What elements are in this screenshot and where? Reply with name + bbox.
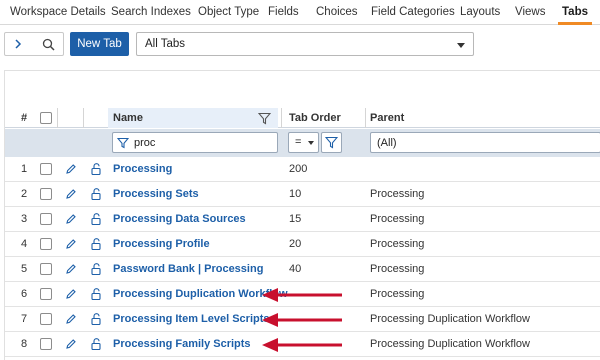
annotation-arrow	[262, 313, 342, 327]
tab-name-link[interactable]: Processing Sets	[113, 188, 199, 200]
caret-down-icon	[308, 141, 314, 145]
annotation-arrow	[262, 288, 342, 302]
parent-value: Processing	[370, 263, 425, 275]
view-icon-group	[4, 32, 64, 56]
new-tab-button[interactable]: New Tab	[70, 32, 129, 56]
tab-order-filter-button[interactable]	[321, 132, 342, 153]
chevron-right-icon[interactable]	[12, 38, 24, 50]
column-header-name: Name	[113, 112, 143, 124]
tab-tabs[interactable]: Tabs	[558, 6, 592, 25]
tab-name-link[interactable]: Processing	[113, 163, 172, 175]
table-row[interactable]: 4 Processing Profile 20 Processing	[5, 232, 600, 257]
parent-value: Processing	[370, 288, 425, 300]
tab-fields[interactable]: Fields	[268, 6, 299, 18]
table-row[interactable]: 1 Processing 200	[5, 157, 600, 182]
unlock-icon[interactable]	[90, 262, 104, 276]
parent-value: Processing Duplication Workflow	[370, 338, 530, 350]
caret-down-icon	[457, 43, 465, 48]
name-column-header[interactable]: Name	[108, 108, 278, 128]
filter-icon	[325, 136, 338, 149]
filter-icon	[117, 137, 129, 149]
tab-field-categories[interactable]: Field Categories	[371, 6, 455, 18]
table-row[interactable]: 3 Processing Data Sources 15 Processing	[5, 207, 600, 232]
search-icon[interactable]	[42, 38, 55, 51]
tab-order-operator-select[interactable]: =	[288, 132, 319, 153]
column-separator	[281, 108, 282, 128]
row-checkbox[interactable]	[40, 163, 52, 175]
row-number: 8	[21, 338, 28, 350]
unlock-icon[interactable]	[90, 187, 104, 201]
tab-search-indexes[interactable]: Search Indexes	[111, 6, 191, 18]
view-select-value: All Tabs	[145, 38, 186, 50]
grid-header: # Name Tab Order Parent	[5, 108, 600, 128]
tab-order-value: 15	[289, 213, 302, 225]
tab-name-link[interactable]: Processing Data Sources	[113, 213, 246, 225]
filter-icon[interactable]	[258, 112, 271, 125]
tab-name-link[interactable]: Processing Item Level Scripts	[113, 313, 270, 325]
pencil-icon[interactable]	[65, 263, 77, 275]
tab-order-value: 200	[289, 163, 308, 175]
column-separator	[365, 108, 366, 128]
name-filter-input[interactable]: proc	[112, 132, 278, 153]
pencil-icon[interactable]	[65, 313, 77, 325]
column-header-number: #	[21, 112, 28, 124]
row-checkbox[interactable]	[40, 288, 52, 300]
row-checkbox[interactable]	[40, 338, 52, 350]
pencil-icon[interactable]	[65, 213, 77, 225]
row-checkbox[interactable]	[40, 313, 52, 325]
tab-choices[interactable]: Choices	[316, 6, 358, 18]
unlock-icon[interactable]	[90, 337, 104, 351]
pencil-icon[interactable]	[65, 238, 77, 250]
unlock-icon[interactable]	[90, 162, 104, 176]
row-number: 6	[21, 288, 28, 300]
row-checkbox[interactable]	[40, 238, 52, 250]
column-separator	[57, 108, 58, 128]
tab-views[interactable]: Views	[515, 6, 545, 18]
row-number: 5	[21, 263, 28, 275]
row-number: 7	[21, 313, 28, 325]
table-row[interactable]: 2 Processing Sets 10 Processing	[5, 182, 600, 207]
tab-object-type[interactable]: Object Type	[198, 6, 259, 18]
tab-bar: Workspace Details Search Indexes Object …	[0, 0, 600, 25]
pencil-icon[interactable]	[65, 288, 77, 300]
row-number: 1	[21, 163, 28, 175]
parent-value: Processing	[370, 238, 425, 250]
column-header-parent: Parent	[370, 112, 405, 124]
tab-order-value: 40	[289, 263, 302, 275]
tab-name-link[interactable]: Password Bank | Processing	[113, 263, 263, 275]
row-checkbox[interactable]	[40, 213, 52, 225]
view-select[interactable]: All Tabs	[136, 32, 474, 56]
filter-row: proc = (All)	[5, 129, 600, 157]
pencil-icon[interactable]	[65, 338, 77, 350]
unlock-icon[interactable]	[90, 237, 104, 251]
row-number: 4	[21, 238, 28, 250]
row-checkbox[interactable]	[40, 188, 52, 200]
column-separator	[83, 108, 84, 128]
select-all-checkbox[interactable]	[40, 112, 52, 124]
parent-value: Processing	[370, 188, 425, 200]
tab-name-link[interactable]: Processing Family Scripts	[113, 338, 251, 350]
annotation-arrow	[262, 338, 342, 352]
tab-order-value: 20	[289, 238, 302, 250]
column-header-tab-order: Tab Order	[289, 112, 341, 124]
parent-value: Processing Duplication Workflow	[370, 313, 530, 325]
tab-name-link[interactable]: Processing Profile	[113, 238, 210, 250]
pencil-icon[interactable]	[65, 188, 77, 200]
table-row[interactable]: 5 Password Bank | Processing 40 Processi…	[5, 257, 600, 282]
tab-order-value: 10	[289, 188, 302, 200]
pencil-icon[interactable]	[65, 163, 77, 175]
row-number: 3	[21, 213, 28, 225]
tab-layouts[interactable]: Layouts	[460, 6, 500, 18]
unlock-icon[interactable]	[90, 312, 104, 326]
unlock-icon[interactable]	[90, 212, 104, 226]
parent-value: Processing	[370, 213, 425, 225]
row-number: 2	[21, 188, 28, 200]
tab-workspace-details[interactable]: Workspace Details	[10, 6, 106, 18]
row-checkbox[interactable]	[40, 263, 52, 275]
unlock-icon[interactable]	[90, 287, 104, 301]
parent-filter-value: (All)	[377, 137, 397, 149]
name-filter-value: proc	[134, 137, 156, 149]
parent-filter-select[interactable]: (All)	[370, 132, 600, 153]
tab-order-operator-value: =	[295, 136, 302, 148]
